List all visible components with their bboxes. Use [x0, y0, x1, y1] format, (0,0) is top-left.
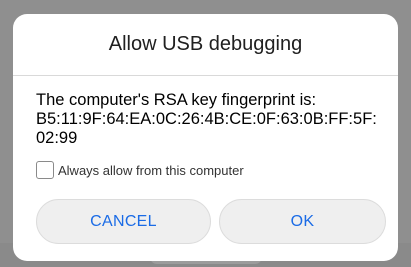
fingerprint-line: 02:99 [36, 129, 78, 147]
dialog-message: The computer's RSA key fingerprint is: B… [36, 91, 386, 148]
fingerprint-line: B5:11:9F:64:EA:0C:26:4B:CE:0F:63:0B:FF:5… [36, 110, 377, 128]
message-line: The computer's RSA key fingerprint is: [36, 91, 317, 109]
cancel-button[interactable]: CANCEL [36, 199, 211, 244]
always-allow-checkbox[interactable] [36, 161, 54, 179]
always-allow-row[interactable]: Always allow from this computer [36, 161, 244, 179]
ok-button[interactable]: OK [219, 199, 386, 244]
title-divider [13, 75, 398, 76]
always-allow-label[interactable]: Always allow from this computer [58, 163, 244, 178]
dialog-title: Allow USB debugging [108, 33, 303, 55]
usb-debugging-dialog: Allow USB debugging The computer's RSA k… [13, 14, 398, 261]
